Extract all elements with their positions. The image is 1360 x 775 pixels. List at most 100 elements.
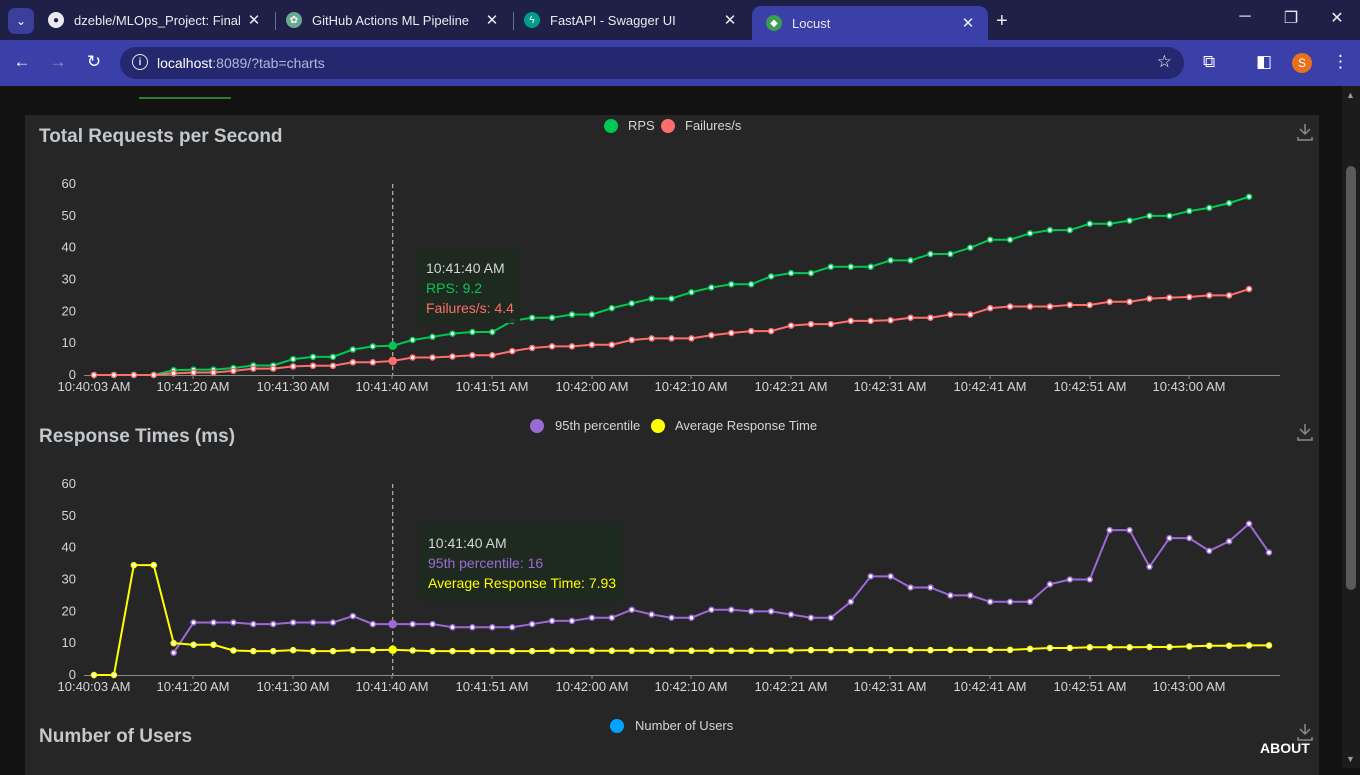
data-point bbox=[508, 624, 516, 631]
data-point bbox=[429, 620, 436, 628]
data-point bbox=[309, 353, 317, 361]
data-point bbox=[947, 311, 954, 318]
data-point bbox=[349, 612, 357, 620]
tooltip-value: RPS: 9.2 bbox=[426, 280, 482, 296]
url-text[interactable]: localhost:8089/?tab=charts bbox=[157, 55, 325, 71]
scrollbar-thumb[interactable] bbox=[1346, 166, 1356, 590]
plus-icon: + bbox=[996, 10, 1008, 32]
tab-search-button[interactable]: ⌄ bbox=[8, 8, 34, 34]
legend-label: RPS bbox=[628, 118, 655, 133]
x-tick-label: 10:41:30 AM bbox=[257, 379, 330, 394]
data-point bbox=[787, 647, 795, 654]
close-icon[interactable]: ✕ bbox=[482, 11, 502, 29]
data-point bbox=[648, 611, 655, 618]
close-icon[interactable]: ✕ bbox=[958, 14, 978, 32]
data-point bbox=[967, 244, 974, 251]
data-point bbox=[1166, 294, 1173, 301]
scroll-down-arrow-icon[interactable]: ▼ bbox=[1346, 754, 1355, 764]
bookmark-star-icon[interactable]: ☆ bbox=[1157, 52, 1172, 72]
tab-title: GitHub Actions ML Pipeline bbox=[312, 12, 470, 28]
x-tick-label: 10:43:00 AM bbox=[1153, 679, 1226, 694]
data-point bbox=[767, 608, 775, 615]
data-point bbox=[1126, 526, 1133, 534]
tab-fastapi[interactable]: ϟ FastAPI - Swagger UI ✕ bbox=[510, 0, 750, 40]
data-point bbox=[429, 354, 436, 361]
side-panel-icon[interactable]: ◧ bbox=[1256, 52, 1272, 72]
data-point bbox=[986, 304, 994, 312]
address-bar[interactable]: i localhost:8089/?tab=charts ☆ bbox=[120, 47, 1184, 79]
data-point bbox=[369, 359, 377, 366]
data-point bbox=[1066, 226, 1074, 234]
data-point bbox=[1206, 547, 1213, 555]
restore-button[interactable]: ❐ bbox=[1271, 8, 1311, 28]
data-point bbox=[787, 322, 795, 329]
data-point bbox=[329, 619, 337, 626]
data-point bbox=[986, 236, 994, 243]
data-point bbox=[967, 592, 974, 599]
tab-locust[interactable]: ◆ Locust ✕ bbox=[752, 6, 988, 40]
tooltip-time: 10:41:40 AM bbox=[426, 260, 505, 276]
menu-kebab-icon[interactable]: ⋮ bbox=[1332, 52, 1349, 72]
tooltip-value: Failures/s: 4.4 bbox=[426, 300, 514, 316]
data-point bbox=[847, 598, 855, 606]
close-window-button[interactable]: ✕ bbox=[1317, 8, 1357, 28]
x-tick-label: 10:41:51 AM bbox=[456, 379, 529, 394]
y-tick-label: 40 bbox=[62, 240, 76, 255]
data-point bbox=[568, 343, 576, 350]
forward-button[interactable]: → bbox=[46, 52, 70, 72]
data-point bbox=[708, 647, 715, 655]
data-point bbox=[1265, 642, 1273, 649]
minimize-button[interactable]: ─ bbox=[1225, 8, 1265, 26]
data-point bbox=[548, 647, 556, 655]
data-point bbox=[1206, 642, 1213, 649]
chart-title-rps: Total Requests per Second bbox=[39, 126, 283, 147]
y-tick-label: 40 bbox=[62, 540, 76, 555]
data-point bbox=[489, 624, 496, 631]
data-point bbox=[907, 584, 914, 591]
locust-icon: ◆ bbox=[766, 15, 782, 31]
extensions-icon[interactable]: ⧉ bbox=[1203, 52, 1215, 72]
data-point bbox=[767, 273, 775, 280]
data-point bbox=[1166, 534, 1173, 542]
tab-github-repo[interactable]: ● dzeble/MLOps_Project: Final Pro ✕ bbox=[34, 0, 274, 40]
data-point bbox=[170, 639, 177, 647]
data-point bbox=[1066, 301, 1074, 309]
legend-label: 95th percentile bbox=[555, 418, 640, 433]
browser-toolbar: ← → ↻ i localhost:8089/?tab=charts ☆ ⧉ ◧… bbox=[0, 40, 1360, 86]
close-icon[interactable]: ✕ bbox=[720, 11, 740, 29]
data-point bbox=[469, 352, 476, 359]
tab-github-actions[interactable]: ✿ GitHub Actions ML Pipeline ✕ bbox=[272, 0, 512, 40]
data-point bbox=[528, 344, 536, 352]
data-point bbox=[887, 573, 894, 580]
profile-avatar[interactable]: S bbox=[1292, 53, 1312, 73]
data-point bbox=[170, 649, 177, 656]
data-point bbox=[289, 646, 297, 654]
back-button[interactable]: ← bbox=[10, 52, 34, 72]
arrow-left-icon: ← bbox=[13, 52, 31, 71]
data-point bbox=[1166, 212, 1173, 220]
x-tick-label: 10:42:41 AM bbox=[954, 679, 1027, 694]
new-tab-button[interactable]: + bbox=[996, 10, 1008, 33]
close-icon[interactable]: ✕ bbox=[244, 11, 264, 29]
data-point bbox=[150, 561, 157, 569]
reload-button[interactable]: ↻ bbox=[82, 52, 106, 72]
data-point bbox=[409, 354, 416, 361]
data-point bbox=[250, 620, 257, 628]
data-point bbox=[1026, 598, 1034, 606]
data-point bbox=[847, 646, 855, 654]
data-point bbox=[1106, 526, 1113, 534]
data-point bbox=[648, 335, 655, 342]
about-link[interactable]: ABOUT bbox=[1260, 740, 1310, 756]
y-tick-label: 60 bbox=[62, 176, 76, 191]
info-icon[interactable]: i bbox=[132, 54, 148, 70]
data-point bbox=[787, 269, 795, 277]
data-point bbox=[887, 257, 894, 264]
y-tick-label: 30 bbox=[62, 572, 76, 587]
data-point bbox=[548, 617, 556, 625]
data-point bbox=[388, 341, 397, 350]
data-point bbox=[728, 281, 735, 288]
data-point bbox=[429, 333, 436, 341]
data-point bbox=[1186, 293, 1193, 301]
scroll-up-arrow-icon[interactable]: ▲ bbox=[1346, 90, 1355, 100]
data-point bbox=[648, 295, 655, 302]
